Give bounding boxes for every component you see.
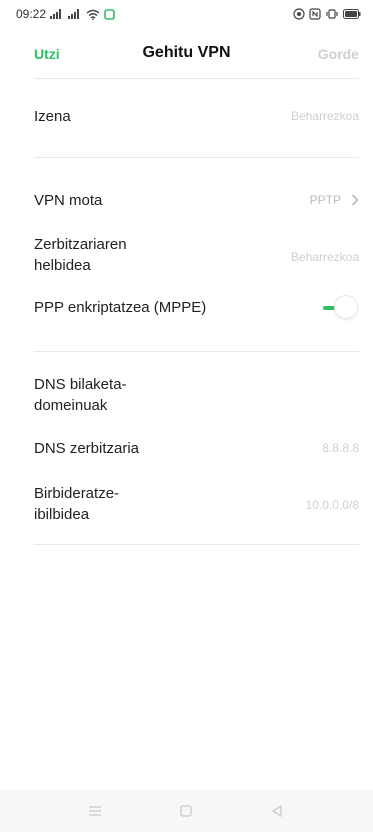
ppp-encryption-toggle[interactable] — [311, 295, 359, 321]
status-bar-right — [293, 8, 361, 20]
status-time: 09:22 — [16, 7, 47, 21]
signal-icon — [50, 9, 64, 19]
divider — [34, 157, 359, 158]
chevron-right-icon — [351, 194, 359, 206]
server-address-row[interactable]: Zerbitzariaren helbidea Beharrezkoa — [34, 234, 359, 278]
wifi-icon — [86, 9, 100, 20]
divider — [34, 78, 359, 79]
dns-server-input[interactable]: 8.8.8.8 — [322, 441, 359, 455]
dns-server-row[interactable]: DNS zerbitzaria 8.8.8.8 — [34, 438, 359, 462]
name-field-row[interactable]: Izena Beharrezkoa — [34, 106, 359, 130]
navigation-bar — [0, 790, 373, 832]
divider — [34, 544, 359, 545]
menu-icon[interactable] — [85, 802, 105, 820]
battery-icon — [343, 9, 361, 19]
forwarding-route-row[interactable]: Birbideratze- ibilbidea 10.0.0.0/8 — [34, 483, 359, 527]
forwarding-route-input[interactable]: 10.0.0.0/8 — [306, 498, 359, 512]
name-input[interactable]: Beharrezkoa — [291, 109, 359, 123]
save-button[interactable]: Gorde — [318, 46, 359, 62]
toggle-knob — [335, 296, 357, 318]
server-address-input[interactable]: Beharrezkoa — [291, 250, 359, 264]
nfc-icon — [309, 8, 321, 20]
back-icon[interactable] — [267, 802, 287, 820]
home-icon[interactable] — [176, 802, 196, 820]
vpn-type-select[interactable]: PPTP — [310, 193, 359, 207]
dns-search-domains-label-line2: domeinuak — [34, 397, 108, 414]
status-bar-left: 09:22 — [16, 7, 115, 21]
ppp-encryption-row: PPP enkriptatzea (MPPE) — [34, 295, 359, 323]
dns-server-label: DNS zerbitzaria — [34, 440, 140, 457]
header: Utzi Gehitu VPN Gorde — [0, 36, 373, 72]
divider — [34, 351, 359, 352]
dns-search-domains-row[interactable]: DNS bilaketa- domeinuak — [34, 374, 359, 418]
notification-icon — [104, 8, 115, 20]
eye-icon — [293, 8, 305, 20]
vpn-type-row[interactable]: VPN mota PPTP — [34, 190, 359, 214]
status-bar: 09:22 — [0, 0, 373, 28]
signal-icon — [68, 9, 82, 19]
dns-search-domains-label: DNS bilaketa- domeinuak — [34, 374, 359, 416]
vpn-type-value: PPTP — [309, 193, 341, 207]
dns-search-domains-label-line1: DNS bilaketa- — [34, 376, 127, 393]
vibrate-icon — [325, 8, 339, 20]
